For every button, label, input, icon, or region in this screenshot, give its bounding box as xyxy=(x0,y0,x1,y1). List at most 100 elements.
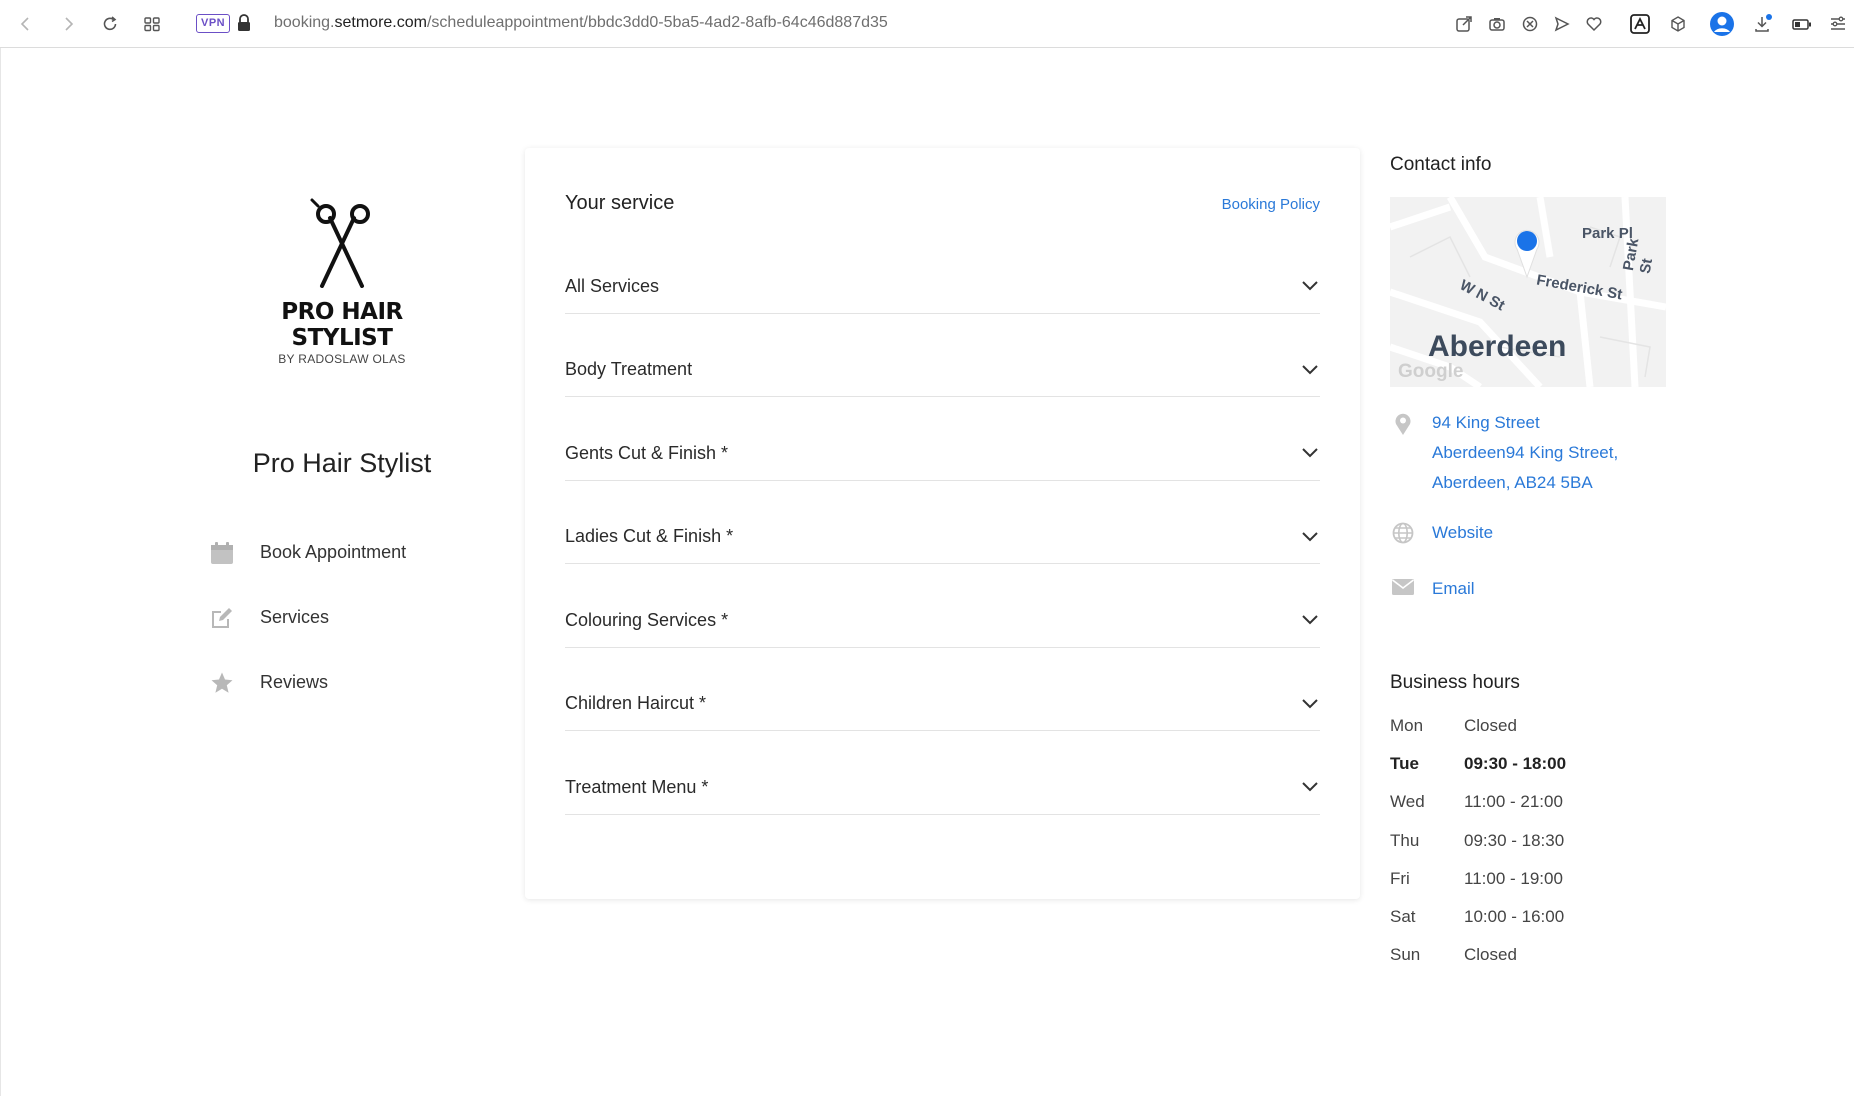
edit-icon xyxy=(208,604,236,632)
chevron-down-icon[interactable] xyxy=(1300,276,1320,296)
url-path: /scheduleappointment/bbdc3dd0-5ba5-4ad2-… xyxy=(426,14,888,31)
sidebar-item-reviews[interactable]: Reviews xyxy=(208,650,406,715)
calendar-icon xyxy=(208,539,236,567)
send-icon[interactable] xyxy=(1550,12,1574,36)
service-card: Your service Booking Policy All Services… xyxy=(525,148,1360,899)
chevron-down-icon[interactable] xyxy=(1300,527,1320,547)
hours-day: Mon xyxy=(1390,716,1424,735)
hours-row: Wed 11:00 - 21:00 xyxy=(1390,792,1566,830)
business-logo: PRO HAIR STYLIST BY RADOSLAW OLAS xyxy=(232,196,452,366)
logo-title: PRO HAIR STYLIST xyxy=(281,299,403,351)
browser-toolbar: VPN booking.setmore.com/scheduleappointm… xyxy=(0,0,1854,48)
star-icon xyxy=(208,669,236,697)
lock-icon[interactable] xyxy=(236,13,252,38)
address-row: 94 King Street Aberdeen94 King Street, A… xyxy=(1390,408,1618,498)
business-hours-title: Business hours xyxy=(1390,672,1520,693)
hours-day: Sat xyxy=(1390,906,1416,926)
service-card-title: Your service xyxy=(565,192,675,214)
google-watermark: Google xyxy=(1398,361,1464,382)
hours-time: 09:30 - 18:00 xyxy=(1464,754,1567,774)
service-category-label: Children Haircut * xyxy=(565,693,707,714)
sidebar-item-services[interactable]: Services xyxy=(208,585,406,650)
service-category-body-treatment[interactable]: Body Treatment xyxy=(565,314,1320,397)
envelope-icon xyxy=(1390,574,1416,604)
profile-avatar-icon[interactable] xyxy=(1708,10,1736,38)
logo-subtitle: BY RADOSLAW OLAS xyxy=(278,352,406,366)
chevron-down-icon[interactable] xyxy=(1300,360,1320,380)
sidebar-item-book-appointment[interactable]: Book Appointment xyxy=(208,520,406,585)
service-category-gents-cut[interactable]: Gents Cut & Finish * xyxy=(565,397,1320,481)
menu-icon[interactable] xyxy=(1826,12,1850,36)
location-map[interactable]: Park Pl Frederick St W N St Park St Aber… xyxy=(1390,197,1666,387)
reload-icon[interactable] xyxy=(98,12,122,36)
sidebar-item-label: Services xyxy=(260,607,330,627)
email-link[interactable]: Email xyxy=(1432,574,1475,604)
service-category-label: Body Treatment xyxy=(565,359,693,380)
hours-day: Fri xyxy=(1390,868,1410,888)
sidebar-item-label: Book Appointment xyxy=(260,542,407,562)
url-prefix: booking. xyxy=(274,14,335,31)
service-category-label: Treatment Menu * xyxy=(565,776,709,797)
scissors-icon xyxy=(310,198,370,288)
hours-day: Tue xyxy=(1390,754,1419,774)
hours-time: 09:30 - 18:30 xyxy=(1464,830,1565,850)
hours-row: Thu 09:30 - 18:30 xyxy=(1390,831,1566,869)
address-link[interactable]: 94 King Street Aberdeen94 King Street, A… xyxy=(1432,408,1618,498)
hours-row: Mon Closed xyxy=(1390,716,1566,754)
service-category-list: All Services Body Treatment Gents Cut & … xyxy=(565,230,1320,815)
service-category-label: All Services xyxy=(565,275,660,296)
map-pin-icon xyxy=(1514,229,1540,279)
hours-time: Closed xyxy=(1464,716,1517,735)
service-category-label: Colouring Services * xyxy=(565,609,729,630)
hours-day: Wed xyxy=(1390,792,1425,812)
contact-info-title: Contact info xyxy=(1390,154,1492,175)
location-pin-icon xyxy=(1390,408,1416,498)
battery-icon[interactable] xyxy=(1790,12,1814,36)
address-line-2: Aberdeen94 King Street, xyxy=(1432,443,1619,462)
chevron-down-icon[interactable] xyxy=(1300,694,1320,714)
sidebar-nav: Book Appointment Services Reviews xyxy=(208,520,406,715)
service-category-treatment-menu[interactable]: Treatment Menu * xyxy=(565,731,1320,815)
email-row: Email xyxy=(1390,574,1475,604)
hours-day: Thu xyxy=(1390,830,1420,850)
heart-icon[interactable] xyxy=(1582,12,1606,36)
back-icon[interactable] xyxy=(14,12,38,36)
sidebar-item-label: Reviews xyxy=(260,672,329,692)
booking-policy-link[interactable]: Booking Policy xyxy=(1222,196,1320,213)
hours-row: Fri 11:00 - 19:00 xyxy=(1390,869,1566,907)
service-category-ladies-cut[interactable]: Ladies Cut & Finish * xyxy=(565,481,1320,564)
chevron-down-icon[interactable] xyxy=(1300,777,1320,797)
service-category-label: Gents Cut & Finish * xyxy=(565,442,729,463)
tabs-grid-icon[interactable] xyxy=(140,12,164,36)
vpn-badge[interactable]: VPN xyxy=(196,14,231,33)
address-line-3: Aberdeen, AB24 5BA xyxy=(1432,473,1593,492)
share-icon[interactable] xyxy=(1452,12,1476,36)
service-category-label: Ladies Cut & Finish * xyxy=(565,526,734,547)
business-hours-table: Mon Closed Tue 09:30 - 18:00 Wed 11:00 - 21… xyxy=(1390,716,1566,983)
hours-day: Sun xyxy=(1390,945,1421,965)
address-line-1: 94 King Street xyxy=(1432,413,1540,432)
adblock-icon[interactable] xyxy=(1518,12,1542,36)
cube-icon[interactable] xyxy=(1666,12,1690,36)
globe-icon xyxy=(1390,518,1416,548)
url-domain: setmore.com xyxy=(334,14,427,31)
map-city-label: Aberdeen xyxy=(1428,330,1567,363)
hours-time: Closed xyxy=(1464,945,1517,965)
download-icon[interactable] xyxy=(1751,12,1775,36)
hours-time: 11:00 - 19:00 xyxy=(1464,868,1563,888)
service-category-all-services[interactable]: All Services xyxy=(565,230,1320,314)
service-category-children-haircut[interactable]: Children Haircut * xyxy=(565,648,1320,731)
forward-icon[interactable] xyxy=(56,12,80,36)
service-category-colouring[interactable]: Colouring Services * xyxy=(565,564,1320,648)
hours-row: Sat 10:00 - 16:00 xyxy=(1390,907,1566,945)
hours-time: 10:00 - 16:00 xyxy=(1464,906,1565,926)
website-link[interactable]: Website xyxy=(1432,518,1493,548)
aria-extension-icon[interactable] xyxy=(1628,12,1652,36)
hours-time: 11:00 - 21:00 xyxy=(1464,792,1563,812)
camera-icon[interactable] xyxy=(1485,12,1509,36)
business-name: Pro Hair Stylist xyxy=(252,448,432,478)
chevron-down-icon[interactable] xyxy=(1300,443,1320,463)
chevron-down-icon[interactable] xyxy=(1300,610,1320,630)
address-bar[interactable]: booking.setmore.com/scheduleappointment/… xyxy=(274,14,888,32)
hours-row-today: Tue 09:30 - 18:00 xyxy=(1390,754,1566,792)
